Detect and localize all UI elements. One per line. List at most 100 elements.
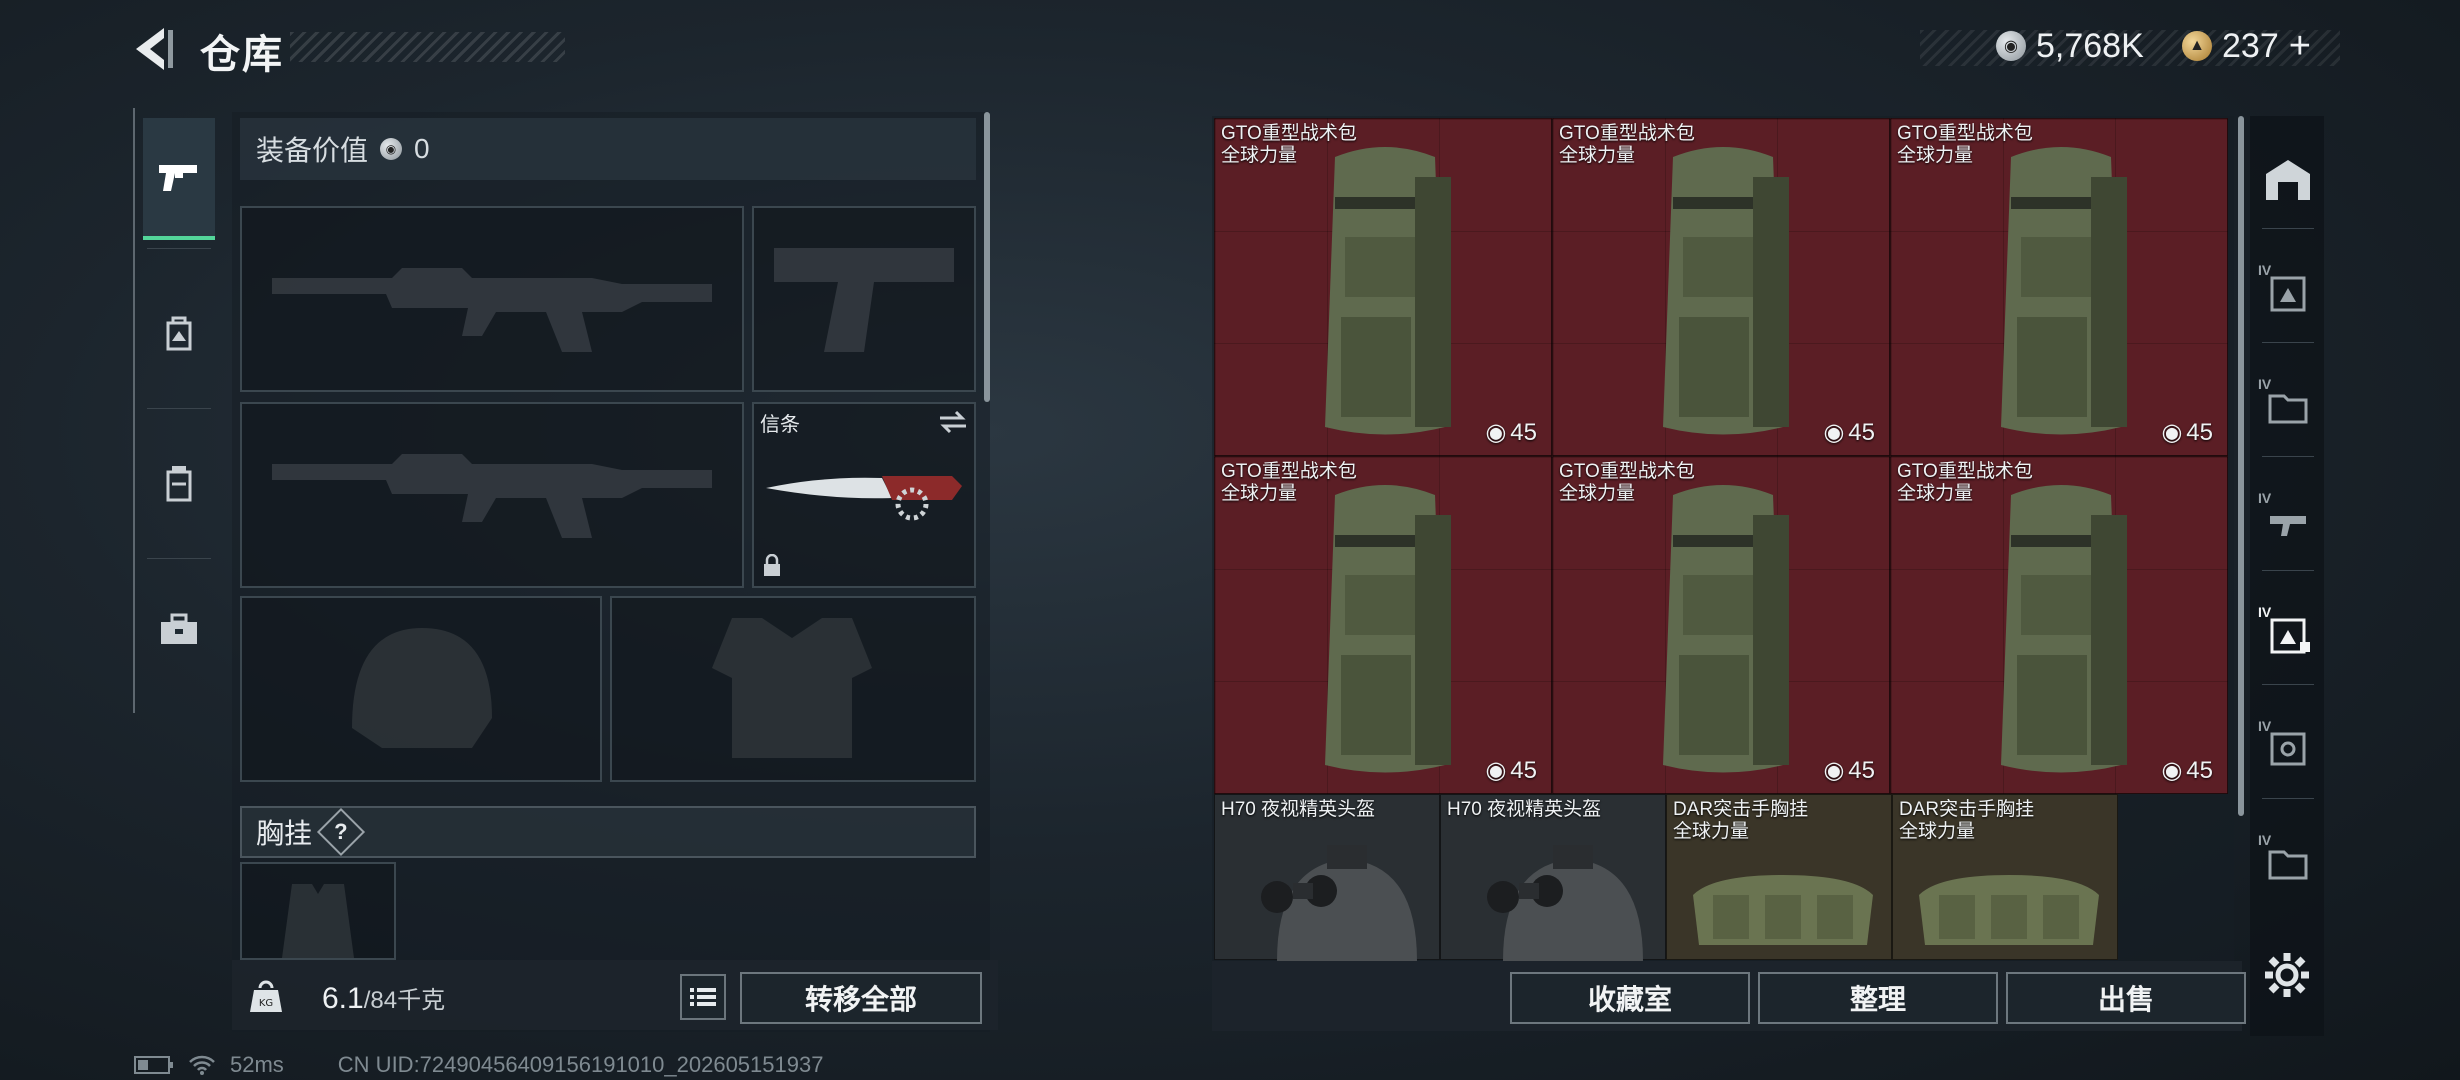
swap-icon[interactable] (938, 410, 968, 434)
secondary-weapon-slot[interactable] (752, 206, 976, 392)
stash-item-backpack[interactable]: GTO重型战术包 全球力量 ◉ 45 (1890, 118, 2228, 456)
status-bar: 52ms CN UID:7249045640915619101­0_202605… (134, 1052, 823, 1078)
nvg-helmet-image (1487, 845, 1643, 961)
add-currency-button[interactable]: + (2289, 25, 2311, 68)
capacity-icon: ◉ (1823, 757, 1845, 784)
loadout-scrollbar[interactable] (984, 112, 990, 402)
item-name: DAR突击手胸挂 (1673, 799, 1809, 820)
item-sub: 全球力量 (1899, 821, 1976, 842)
weight-readout: 6.1/84千克 (322, 980, 445, 1016)
chest-rig-icon (166, 466, 192, 502)
equipment-value-label: 装备价值 (256, 135, 369, 166)
settings-gear-icon[interactable] (2262, 950, 2312, 1000)
pistol-silhouette-icon (774, 248, 954, 352)
stash-item-helmet[interactable]: H70 夜视精英头盔 (1440, 794, 1666, 961)
chest-rig-label: 胸挂 (256, 818, 313, 849)
rail-stash-overview[interactable] (2258, 148, 2318, 208)
tab-chest-rig[interactable] (143, 448, 215, 520)
backpack-page-icon (2270, 276, 2306, 312)
vest-silhouette-icon (712, 618, 872, 758)
capacity-icon: ◉ (2161, 419, 2183, 446)
capacity-icon: ◉ (2161, 757, 2183, 784)
transfer-all-button[interactable]: 转移全部 (740, 972, 982, 1024)
stash-item-backpack[interactable]: GTO重型战术包 全球力量 ◉ 45 (1890, 456, 2228, 794)
rail-page-1[interactable]: IV (2258, 262, 2318, 322)
item-capacity: 45 (2186, 756, 2213, 784)
helmet-silhouette-icon (352, 628, 492, 748)
silver-currency: ◉ 5,768K (1996, 26, 2144, 66)
item-name: GTO重型战术包 (1559, 123, 1695, 144)
silver-amount: 5,768K (2036, 26, 2144, 65)
rail-page-4-active[interactable]: IV (2258, 604, 2318, 664)
backpack-image (2001, 147, 2127, 435)
sell-button[interactable]: 出售 (2006, 972, 2246, 1024)
gold-currency[interactable]: ▲ 237 + (2182, 25, 2311, 68)
medical-page-icon (2270, 732, 2306, 766)
back-arrow-icon[interactable] (130, 24, 178, 74)
stash-item-chest-rig[interactable]: DAR突击手胸挂 全球力量 (1666, 794, 1892, 960)
item-capacity: 45 (1848, 418, 1875, 446)
weight-icon: KG (250, 980, 282, 1012)
tab-backpack[interactable] (143, 298, 215, 370)
stash-item-backpack[interactable]: GTO重型战术包 全球力量 ◉ 45 (1552, 456, 1890, 794)
rail-page-3[interactable]: IV (2258, 490, 2318, 550)
equipment-value-header: 装备价值 ◉ 0 (240, 118, 976, 180)
uid-text: CN UID:7249045640915619101­0_20260515193… (337, 1052, 824, 1077)
stash-item-backpack[interactable]: GTO重型战术包 全球力量 ◉ 45 (1214, 456, 1552, 794)
armor-slot[interactable] (610, 596, 976, 782)
item-sub: 全球力量 (1897, 145, 1974, 166)
battery-icon (134, 1056, 173, 1074)
melee-weapon-slot[interactable]: 信条 (752, 402, 976, 588)
stash-scrollbar[interactable] (2238, 116, 2244, 816)
folder-page-icon (2268, 394, 2308, 424)
item-name: DAR突击手胸挂 (1899, 799, 2035, 820)
backpack-page-icon (2270, 618, 2310, 654)
item-name: H70 夜视精英头盔 (1447, 799, 1602, 820)
tier-label: IV (2258, 262, 2272, 278)
stash-item-chest-rig[interactable]: DAR突击手胸挂 全球力量 (1892, 794, 2118, 960)
collection-room-button[interactable]: 收藏室 (1510, 972, 1750, 1024)
chest-rig-image (1919, 875, 2099, 945)
help-icon[interactable]: ? (316, 807, 366, 857)
list-view-button[interactable] (680, 974, 726, 1020)
item-sub: 全球力量 (1221, 145, 1298, 166)
gold-amount: 237 (2222, 26, 2279, 65)
item-sub: 全球力量 (1559, 483, 1636, 504)
stash-page-rail (2250, 116, 2324, 1036)
item-capacity: 45 (2186, 418, 2213, 446)
tab-toolbox[interactable] (143, 593, 215, 665)
stash-item-backpack[interactable]: GTO重型战术包 全球力量 ◉ 45 (1214, 118, 1552, 456)
backpack-icon (166, 316, 192, 351)
rail-page-5[interactable]: IV (2258, 718, 2318, 778)
backpack-image (1663, 485, 1789, 773)
tab-weapons[interactable] (143, 118, 215, 240)
capacity-icon: ◉ (1485, 419, 1507, 446)
item-capacity: 45 (1848, 756, 1875, 784)
item-name: GTO重型战术包 (1221, 123, 1357, 144)
helmet-slot[interactable] (240, 596, 602, 782)
item-name: GTO重型战术包 (1559, 461, 1695, 482)
item-capacity: 45 (1510, 418, 1537, 446)
sort-button[interactable]: 整理 (1758, 972, 1998, 1024)
stash-item-helmet[interactable]: H70 夜视精英头盔 (1214, 794, 1440, 961)
rail-page-2[interactable]: IV (2258, 376, 2318, 436)
svg-text:KG: KG (259, 998, 273, 1009)
backpack-image (1325, 147, 1451, 435)
weapon-page-icon (2270, 516, 2306, 536)
tier-label: IV (2258, 376, 2272, 392)
gold-coin-icon: ▲ (2182, 31, 2212, 61)
weight-max: /84千克 (363, 987, 446, 1014)
weight-value: 6.1 (322, 982, 364, 1015)
rail-page-6[interactable]: IV (2258, 832, 2318, 892)
chest-rig-slot[interactable] (240, 862, 396, 960)
stash-item-backpack[interactable]: GTO重型战术包 全球力量 ◉ 45 (1552, 118, 1890, 456)
capacity-icon: ◉ (1823, 419, 1845, 446)
equipment-value: 0 (414, 133, 430, 164)
pistol-icon (159, 165, 197, 191)
primary-weapon-slot-2[interactable] (240, 402, 744, 588)
item-sub: 全球力量 (1897, 483, 1974, 504)
silver-coin-icon: ◉ (1996, 31, 2026, 61)
silver-coin-icon: ◉ (380, 138, 403, 160)
primary-weapon-slot[interactable] (240, 206, 744, 392)
item-sub: 全球力量 (1673, 821, 1750, 842)
